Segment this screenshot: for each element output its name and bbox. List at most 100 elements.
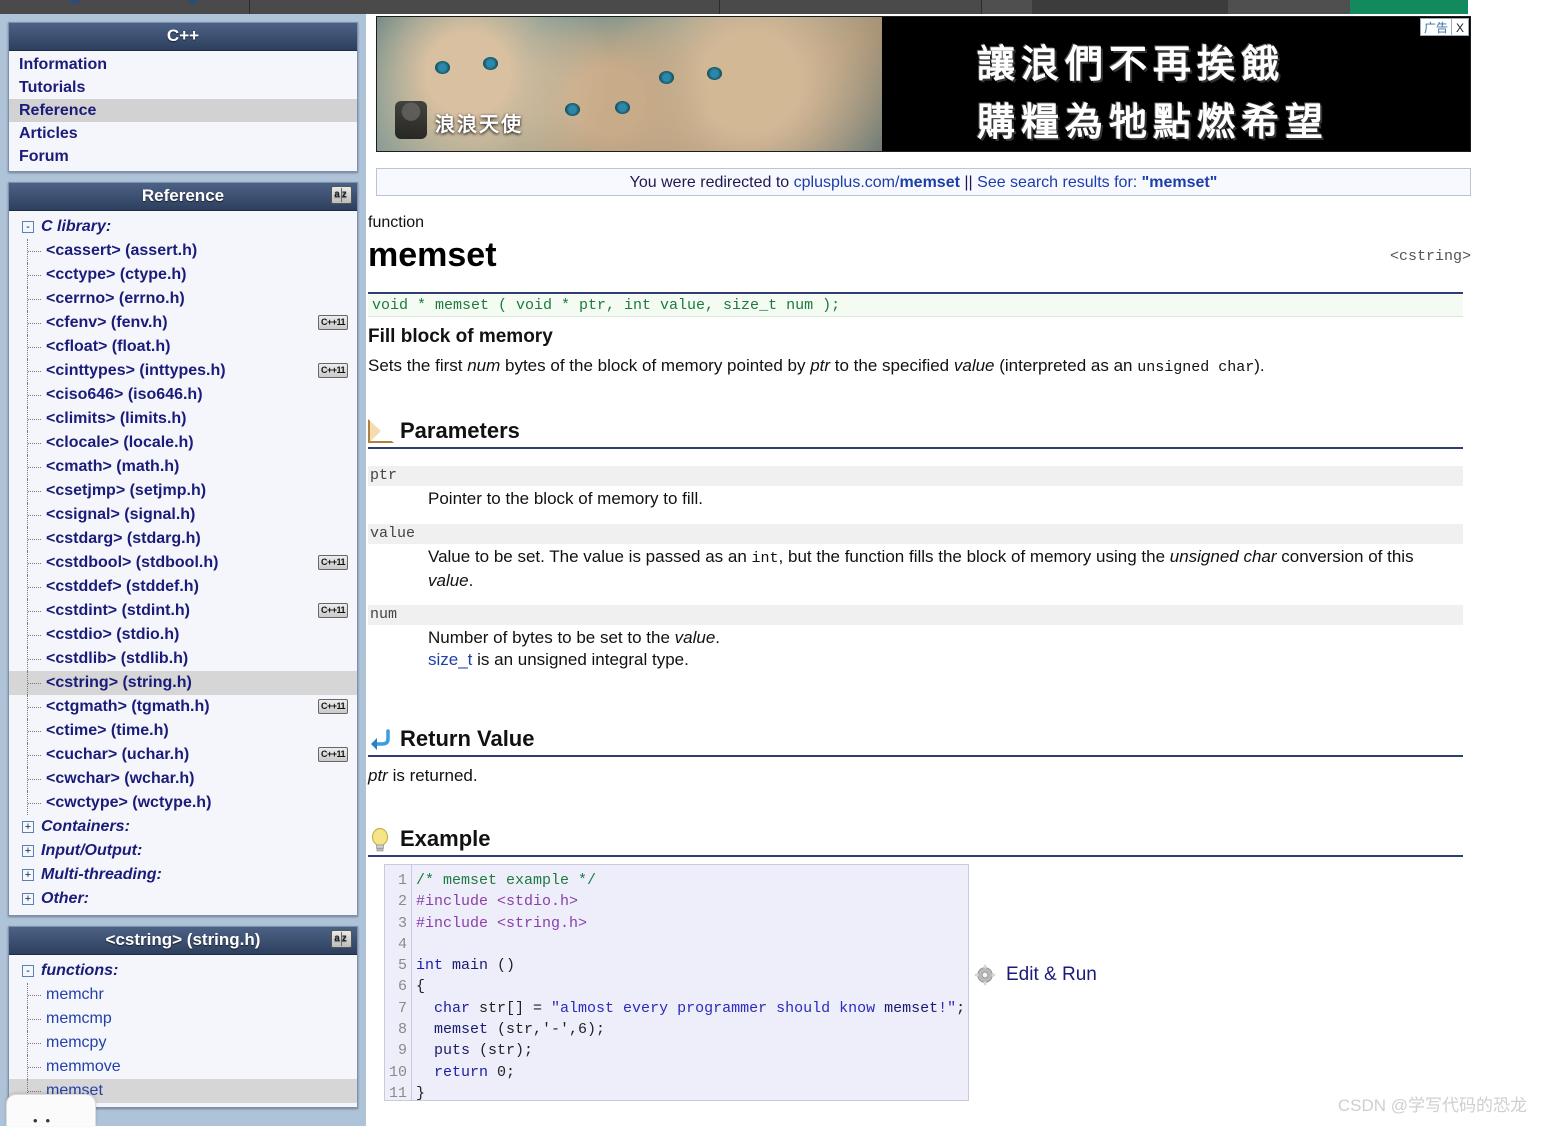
collapse-toggle-icon[interactable]: - [22,221,34,233]
tree-item-cfenv-fenv-h[interactable]: <cfenv> (fenv.h) C++11 [9,311,357,335]
a-z-sort-icon[interactable]: az [331,186,352,204]
param-italic-text: value [428,571,469,590]
tree-elbow [28,563,41,564]
tree-item-cstdlib-stdlib-h[interactable]: <cstdlib> (stdlib.h) [9,647,357,671]
tree-item-c-library[interactable]: -C library: [9,215,357,239]
sidebar-item-information[interactable]: Information [9,53,357,76]
toolbar-cell-1[interactable] [0,0,250,14]
tree-item-cstdint-stdint-h[interactable]: <cstdint> (stdint.h) C++11 [9,599,357,623]
toolbar-cell-3[interactable] [720,0,982,14]
desc-part-3: to the specified [830,356,954,375]
close-icon[interactable]: X [1451,18,1469,36]
desc-part-4: (interpreted as an [994,356,1138,375]
csdn-watermark: CSDN @学写代码的恐龙 [1337,1096,1527,1115]
reference-panel-title: Reference [141,186,225,205]
tree-item-cstdarg-stdarg-h[interactable]: <cstdarg> (stdarg.h) [9,527,357,551]
redirect-link[interactable]: cplusplus.com/memset [794,174,960,191]
code-source[interactable]: /* memset example */ #include <stdio.h> … [412,865,968,1102]
redirect-domain: cplusplus.com/ [793,174,900,191]
tree-item-ctime-time-h[interactable]: <ctime> (time.h) [9,719,357,743]
function-item-memchr[interactable]: memchr [9,983,357,1007]
tree-item-label: <cstdbool> (stdbool.h) [46,554,219,571]
tree-elbow [28,323,41,324]
tree-item-containers[interactable]: + Containers: [9,815,357,839]
sidebar-item-articles[interactable]: Articles [9,122,357,145]
tree-item-climits-limits-h[interactable]: <climits> (limits.h) [9,407,357,431]
page-title: memset [368,236,497,274]
function-item-memcmp[interactable]: memcmp [9,1007,357,1031]
banner-ad-headline-1: 讓浪們不再挨餓 [977,44,1286,86]
edit-and-run-button[interactable]: Edit & Run [974,964,1097,986]
cstring-panel: <cstring> (string.h) az - functions: memch… [8,926,358,1108]
tree-elbow [28,371,41,372]
expand-toggle-icon[interactable]: + [22,893,34,905]
tree-item-cfloat-float-h[interactable]: <cfloat> (float.h) [9,335,357,359]
toolbar-cell-4[interactable] [982,0,1032,14]
desc-part-2: bytes of the block of memory pointed by [500,356,811,375]
tree-elbow [28,347,41,348]
function-item-memcpy[interactable]: memcpy [9,1031,357,1055]
tree-item-input-output[interactable]: + Input/Output: [9,839,357,863]
tree-item-label: <cfenv> (fenv.h) [46,314,168,331]
toolbar-cell-2[interactable] [250,0,720,14]
tree-item-csignal-signal-h[interactable]: <csignal> (signal.h) [9,503,357,527]
tree-item-ciso646-iso646-h[interactable]: <ciso646> (iso646.h) [9,383,357,407]
param-link-text[interactable]: size_t [428,650,472,669]
toolbar-cell-6 [1468,0,1543,14]
search-results-link[interactable]: See search results for: "memset" [977,174,1217,191]
tree-item-cassert-assert-h[interactable]: <cassert> (assert.h) [9,239,357,263]
tree-item-cctype-ctype-h[interactable]: <cctype> (ctype.h) [9,263,357,287]
corner-popup-overlay[interactable]: •• [6,1094,96,1128]
toolbar-arrow-icon-1 [62,0,88,5]
param-text: , but the function fills the block of me… [778,547,1170,566]
param-text: Value to be set. The value is passed as … [428,547,752,566]
param-text: is an unsigned integral type. [472,650,689,669]
expand-toggle-icon[interactable]: + [22,869,34,881]
tree-item-multi-threading[interactable]: + Multi-threading: [9,863,357,887]
code-example-block[interactable]: 1 2 3 4 5 6 7 8 9 10 11 /* memset exampl… [384,864,969,1102]
tree-item-cerrno-errno-h[interactable]: <cerrno> (errno.h) [9,287,357,311]
tree-item-cwchar-wchar-h[interactable]: <cwchar> (wchar.h) [9,767,357,791]
tree-item-cuchar-uchar-h[interactable]: <cuchar> (uchar.h) C++11 [9,743,357,767]
tree-item-label: <cstdint> (stdint.h) [46,602,190,619]
tree-group-label: Multi-threading: [41,866,162,883]
function-item-functions[interactable]: - functions: [9,959,357,983]
tree-item-clocale-locale-h[interactable]: <clocale> (locale.h) [9,431,357,455]
tree-item-cmath-math-h[interactable]: <cmath> (math.h) [9,455,357,479]
banner-ad[interactable]: 浪浪天使 讓浪們不再挨餓 購糧為牠點燃希望 广告 X [376,16,1471,152]
tree-item-cinttypes-inttypes-h[interactable]: <cinttypes> (inttypes.h) C++11 [9,359,357,383]
toolbar-cell-5[interactable] [1228,0,1368,14]
expand-toggle-icon[interactable]: + [22,845,34,857]
return-value-text: ptr is returned. [368,766,478,786]
tree-item-label: <cassert> (assert.h) [46,242,198,259]
section-parameters-title: Parameters [400,418,520,443]
tree-elbow [28,1091,41,1092]
expand-toggle-icon[interactable]: + [22,821,34,833]
tree-group-label: functions: [41,962,119,979]
param-desc-ptr: Pointer to the block of memory to fill. [428,488,1463,510]
sidebar-item-tutorials[interactable]: Tutorials [9,76,357,99]
tree-elbow [28,755,41,756]
function-item-memmove[interactable]: memmove [9,1055,357,1079]
tree-item-csetjmp-setjmp-h[interactable]: <csetjmp> (setjmp.h) [9,479,357,503]
tree-elbow [28,1019,41,1020]
redirect-separator: || [959,174,978,191]
tree-item-cstddef-stddef-h[interactable]: <cstddef> (stddef.h) [9,575,357,599]
collapse-toggle-icon[interactable]: - [22,965,34,977]
browser-toolbar-strip[interactable] [0,0,1543,14]
sidebar-item-reference[interactable]: Reference [9,99,357,122]
sidebar-item-forum[interactable]: Forum [9,145,357,168]
toolbar-green-button[interactable] [1350,0,1468,14]
tree-elbow [28,467,41,468]
reference-panel-header: Reference az [9,183,357,211]
tree-item-cwctype-wctype-h[interactable]: <cwctype> (wctype.h) [9,791,357,815]
article-kind: function [368,214,425,231]
tree-item-other[interactable]: + Other: [9,887,357,911]
tree-item-label: <cctype> (ctype.h) [46,266,187,283]
tree-item-cstring-string-h[interactable]: <cstring> (string.h) [9,671,357,695]
tree-item-ctgmath-tgmath-h[interactable]: <ctgmath> (tgmath.h) C++11 [9,695,357,719]
a-z-sort-icon-2[interactable]: az [331,930,352,948]
tree-elbow [28,1043,41,1044]
tree-item-cstdio-stdio-h[interactable]: <cstdio> (stdio.h) [9,623,357,647]
tree-item-cstdbool-stdbool-h[interactable]: <cstdbool> (stdbool.h) C++11 [9,551,357,575]
